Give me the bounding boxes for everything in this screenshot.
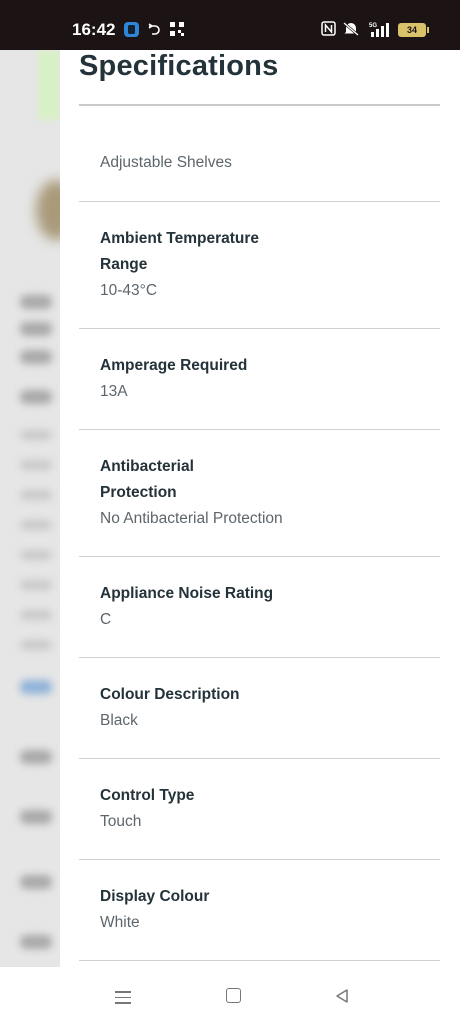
spec-item-adjustable-shelves: Adjustable Shelves [79,107,440,202]
spec-name: Display Colour [100,888,210,905]
spec-value: 10-43°C [100,282,158,299]
spec-item-colour-description: Colour Description Black [79,658,440,759]
spec-value: Adjustable Shelves [100,154,232,171]
spec-list: Adjustable Shelves Ambient Temperature R… [79,107,440,961]
back-icon[interactable] [327,981,357,1011]
spec-value: No Antibacterial Protection [100,510,283,527]
status-bar: 16:42 5G 34 [0,0,460,50]
background-text [20,350,52,364]
5g-signal-icon: 5G [369,21,391,42]
spec-item-ambient-temperature-range: Ambient Temperature Range 10-43°C [79,202,440,329]
spec-item-amperage-required: Amperage Required 13A [79,329,440,430]
spec-name: Colour Description [100,686,240,703]
home-icon[interactable] [218,981,248,1011]
spec-value: White [100,914,140,931]
background-text [20,520,52,530]
background-product-image [36,180,60,240]
background-text [20,935,52,949]
background-banner [38,50,60,120]
spec-item-display-colour: Display Colour White [79,860,440,961]
drawer-title: Specifications [79,50,279,82]
background-text [20,640,52,650]
background-text [20,460,52,470]
specifications-drawer[interactable]: Specifications Adjustable Shelves Ambien… [60,50,460,967]
spec-value: Black [100,712,138,729]
title-divider [79,104,440,106]
sync-icon [146,21,162,41]
background-text [20,580,52,590]
spec-item-control-type: Control Type Touch [79,759,440,860]
battery-icon: 34 [398,23,429,37]
background-link [20,680,52,694]
spec-name: Control Type [100,787,195,804]
background-page [0,50,60,967]
background-text [20,550,52,560]
background-text [20,322,52,336]
spec-name: Ambient Temperature Range [100,230,260,273]
spec-item-appliance-noise-rating: Appliance Noise Rating C [79,557,440,658]
mute-icon [342,21,360,41]
background-text [20,430,52,440]
menu-icon[interactable] [108,981,138,1011]
navigation-bar [0,967,460,1024]
spec-value: Touch [100,813,142,830]
background-text [20,295,52,309]
spec-item-antibacterial-protection: Antibacterial Protection No Antibacteria… [79,430,440,557]
qr-icon [169,21,185,41]
spec-name: Antibacterial Protection [100,458,194,501]
spec-name: Appliance Noise Rating [100,585,274,602]
app-notification-icon [123,21,140,42]
nfc-icon [321,21,336,40]
spec-value: C [100,611,112,628]
background-text [20,810,52,824]
background-text [20,490,52,500]
spec-value: 13A [100,383,128,400]
spec-name: Amperage Required [100,357,248,374]
background-text [20,875,52,889]
svg-text:5G: 5G [369,23,377,29]
background-text [20,750,52,764]
background-text [20,610,52,620]
background-text [20,390,52,404]
status-time: 16:42 [72,20,116,39]
